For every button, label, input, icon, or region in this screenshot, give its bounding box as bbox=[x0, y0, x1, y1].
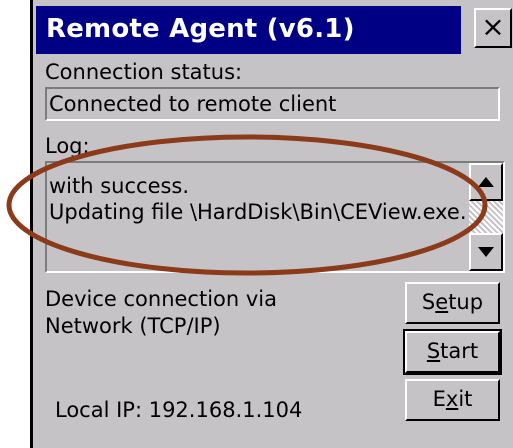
window-title: Remote Agent (v6.1) bbox=[46, 14, 355, 44]
device-connection-label: Device connection via bbox=[45, 287, 278, 311]
remote-agent-window: Remote Agent (v6.1) × Connection status:… bbox=[30, 0, 513, 448]
exit-button[interactable]: Exit bbox=[405, 379, 500, 421]
close-button[interactable]: × bbox=[474, 8, 512, 48]
log-label: Log: bbox=[45, 134, 90, 158]
title-bar-caption: Remote Agent (v6.1) bbox=[36, 6, 461, 54]
setup-label-part: S bbox=[421, 290, 436, 314]
log-scrollbar[interactable] bbox=[469, 163, 503, 271]
connection-status-label: Connection status: bbox=[45, 60, 243, 84]
log-line: Updating file \HardDisk\Bin\CEView.exe. bbox=[49, 200, 467, 224]
device-connection-type: Network (TCP/IP) bbox=[45, 314, 221, 338]
connection-status-field: Connected to remote client bbox=[45, 87, 500, 121]
local-ip-label: Local IP: 192.168.1.104 bbox=[55, 398, 303, 422]
exit-label-part: E bbox=[432, 387, 446, 411]
log-line: with success. bbox=[49, 174, 190, 198]
start-label-part: tart bbox=[440, 339, 479, 363]
start-mnemonic: S bbox=[426, 339, 441, 363]
start-button[interactable]: Start bbox=[403, 329, 502, 375]
arrow-up-icon bbox=[478, 177, 494, 187]
arrow-down-icon bbox=[478, 247, 494, 257]
log-listbox[interactable]: with success. Updating file \HardDisk\Bi… bbox=[45, 161, 505, 273]
exit-mnemonic: x bbox=[445, 387, 459, 411]
close-icon: × bbox=[481, 10, 505, 43]
setup-button[interactable]: Setup bbox=[405, 282, 500, 324]
title-bar[interactable]: Remote Agent (v6.1) × bbox=[33, 3, 513, 54]
log-lines: with success. Updating file \HardDisk\Bi… bbox=[49, 173, 467, 225]
setup-mnemonic: e bbox=[435, 290, 449, 314]
scroll-up-button[interactable] bbox=[469, 163, 503, 201]
exit-label-part: it bbox=[458, 387, 473, 411]
scroll-down-button[interactable] bbox=[469, 233, 503, 271]
window-border bbox=[30, 0, 33, 448]
connection-status-value: Connected to remote client bbox=[49, 92, 337, 116]
setup-label-part: tup bbox=[448, 290, 484, 314]
